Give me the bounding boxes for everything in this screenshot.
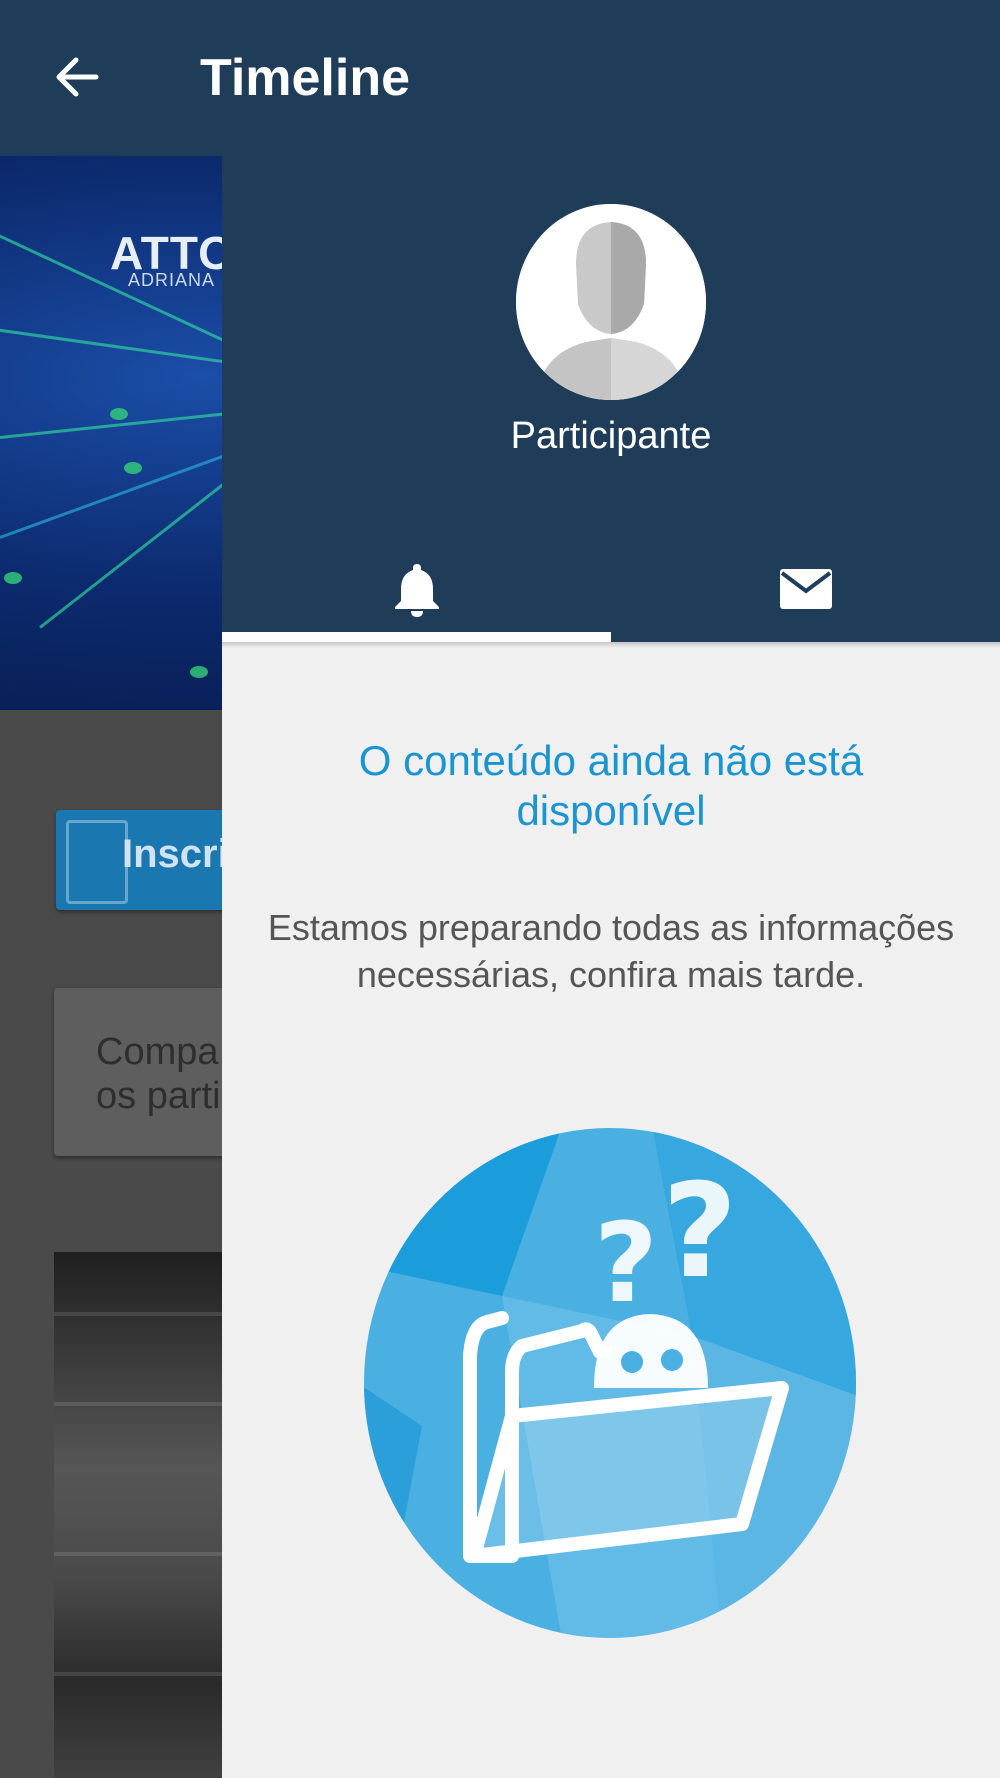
profile-name: Participante [510,415,712,457]
svg-text:?: ? [594,1199,658,1327]
empty-folder-question-icon: ? ? [362,1126,858,1640]
back-button[interactable] [44,44,110,110]
arrow-back-icon [56,57,99,97]
hero-logo-subtitle: ADRIANA [128,270,216,290]
mail-icon [779,569,832,609]
avatar[interactable] [516,204,706,400]
page-title: Timeline [200,49,411,107]
bell-icon [394,564,439,617]
timeline-screen: ATTO ADRIANA Inscri Compa os parti Timel… [0,0,1000,1778]
person-silhouette-icon [516,204,706,400]
header-shadow [222,642,1000,648]
selected-tab-indicator [222,632,611,642]
notifications-drawer: Participante O conteúdo ainda não está d… [222,156,1000,1778]
document-icon [66,820,128,904]
svg-text:?: ? [662,1155,737,1307]
background-register-label: Inscri [122,832,229,876]
drawer-header: Participante [222,156,1000,642]
empty-state-description: Estamos preparando todas as informações … [267,907,955,995]
empty-state-title: O conteúdo ainda não está disponível [358,737,864,834]
tab-notifications[interactable] [222,536,611,642]
tab-messages[interactable] [611,536,1000,642]
app-bar: Timeline [0,0,1000,156]
